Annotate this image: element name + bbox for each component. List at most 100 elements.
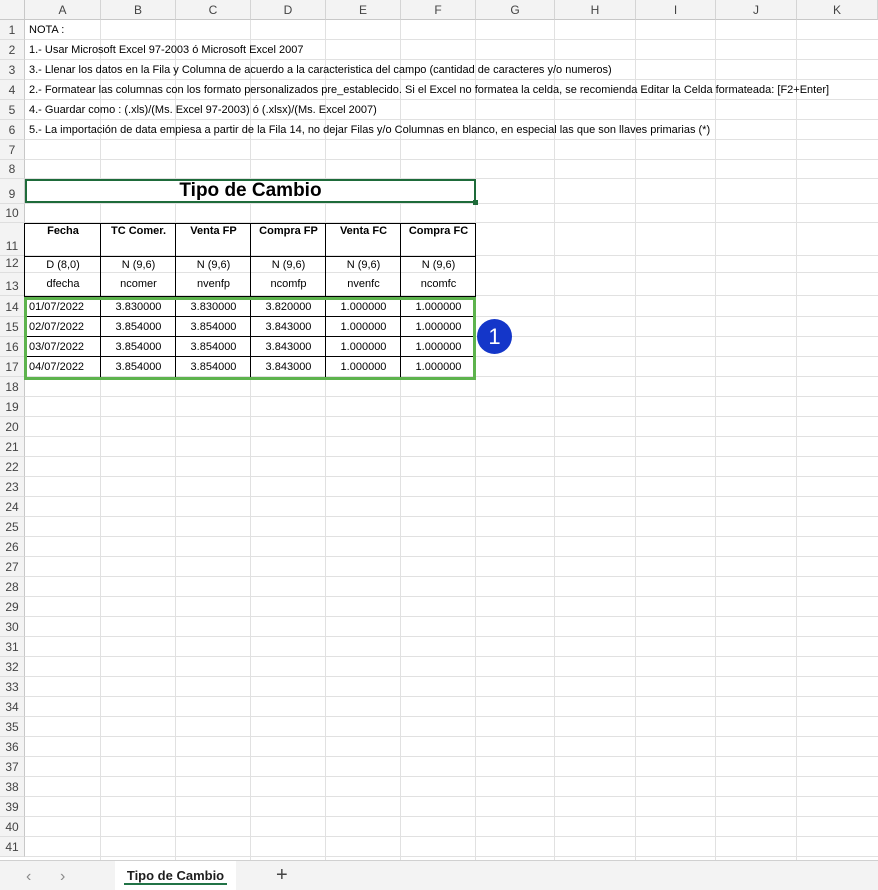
row-header[interactable]: 33 (0, 677, 25, 697)
column-header-i[interactable]: I (636, 0, 716, 20)
row-header[interactable]: 20 (0, 417, 25, 437)
column-gridline (400, 20, 401, 860)
row-header[interactable]: 19 (0, 397, 25, 417)
column-title[interactable]: TC Comer. (101, 224, 176, 238)
row-gridline (25, 736, 878, 737)
row-header[interactable]: 32 (0, 657, 25, 677)
column-title[interactable]: Fecha (25, 224, 101, 238)
row-gridline (25, 39, 878, 40)
row-header[interactable]: 26 (0, 537, 25, 557)
field-name[interactable]: ncomfc (401, 275, 476, 293)
row-header[interactable]: 9 (0, 179, 25, 204)
field-name[interactable]: ncomfp (251, 275, 326, 293)
row-gridline (25, 656, 878, 657)
row-header[interactable]: 14 (0, 296, 25, 317)
note-line[interactable]: 2.- Formatear las columnas con los forma… (29, 84, 829, 96)
row-header[interactable]: 5 (0, 100, 25, 120)
spreadsheet-grid[interactable]: ABCDEFGHIJK 1 2 3 4 5 6 7 8 9 10 11 12 13 14 15 16 17 18 1… (0, 0, 878, 860)
note-line[interactable]: 1.- Usar Microsoft Excel 97-2003 ó Micro… (29, 44, 304, 56)
select-all-corner[interactable] (0, 0, 25, 20)
column-gridline (715, 20, 716, 860)
row-header[interactable]: 4 (0, 80, 25, 100)
row-header[interactable]: 22 (0, 457, 25, 477)
row-header[interactable]: 11 (0, 223, 25, 256)
row-header[interactable]: 40 (0, 817, 25, 837)
column-header-d[interactable]: D (251, 0, 326, 20)
column-title[interactable]: Venta FP (176, 224, 251, 238)
column-title[interactable]: Compra FP (251, 224, 326, 238)
note-line[interactable]: 3.- Llenar los datos en la Fila y Column… (29, 64, 612, 76)
row-header[interactable]: 28 (0, 577, 25, 597)
row-header[interactable]: 35 (0, 717, 25, 737)
column-gridline (100, 20, 101, 860)
column-gridline (796, 20, 797, 860)
field-name[interactable]: nvenfc (326, 275, 401, 293)
row-header[interactable]: 17 (0, 357, 25, 377)
field-name[interactable]: nvenfp (176, 275, 251, 293)
row-header[interactable]: 8 (0, 160, 25, 179)
row-gridline (25, 79, 878, 80)
row-header[interactable]: 39 (0, 797, 25, 817)
row-header[interactable]: 27 (0, 557, 25, 577)
row-header[interactable]: 36 (0, 737, 25, 757)
row-header[interactable]: 3 (0, 60, 25, 80)
column-header-c[interactable]: C (176, 0, 251, 20)
tab-tipo-de-cambio[interactable]: Tipo de Cambio (115, 861, 236, 890)
next-sheet-icon[interactable]: › (60, 868, 65, 886)
add-sheet-button[interactable]: + (276, 864, 288, 887)
row-header[interactable]: 24 (0, 497, 25, 517)
row-header[interactable]: 29 (0, 597, 25, 617)
row-header[interactable]: 6 (0, 120, 25, 140)
row-header[interactable]: 1 (0, 20, 25, 40)
row-header[interactable]: 37 (0, 757, 25, 777)
field-format[interactable]: N (9,6) (326, 256, 401, 273)
row-header[interactable]: 23 (0, 477, 25, 497)
field-name[interactable]: dfecha (25, 275, 101, 293)
row-header[interactable]: 18 (0, 377, 25, 397)
fill-handle[interactable] (473, 200, 478, 205)
column-header-g[interactable]: G (476, 0, 555, 20)
field-format[interactable]: N (9,6) (176, 256, 251, 273)
field-format[interactable]: N (9,6) (401, 256, 476, 273)
note-line[interactable]: NOTA : (29, 24, 64, 36)
column-header-j[interactable]: J (716, 0, 797, 20)
row-header[interactable]: 16 (0, 337, 25, 357)
field-name[interactable]: ncomer (101, 275, 176, 293)
row-header[interactable]: 31 (0, 637, 25, 657)
active-tab-underline (124, 883, 227, 885)
row-header[interactable]: 12 (0, 256, 25, 273)
row-gridline (25, 776, 878, 777)
row-header[interactable]: 38 (0, 777, 25, 797)
row-header[interactable]: 21 (0, 437, 25, 457)
table-border (475, 223, 476, 297)
data-highlight-box (24, 297, 476, 380)
column-header-e[interactable]: E (326, 0, 401, 20)
note-line[interactable]: 4.- Guardar como : (.xls)/(Ms. Excel 97-… (29, 104, 377, 116)
table-title-cell[interactable]: Tipo de Cambio (25, 179, 476, 203)
column-header-a[interactable]: A (25, 0, 101, 20)
row-gridline (25, 476, 878, 477)
column-title[interactable]: Compra FC (401, 224, 476, 238)
row-header[interactable]: 25 (0, 517, 25, 537)
column-header-f[interactable]: F (401, 0, 476, 20)
prev-sheet-icon[interactable]: ‹ (26, 868, 31, 886)
row-header[interactable]: 34 (0, 697, 25, 717)
field-format[interactable]: N (9,6) (251, 256, 326, 273)
column-header-h[interactable]: H (555, 0, 636, 20)
field-format[interactable]: N (9,6) (101, 256, 176, 273)
column-title[interactable]: Venta FC (326, 224, 401, 238)
column-gridline (635, 20, 636, 860)
row-gridline (25, 456, 878, 457)
row-header[interactable]: 10 (0, 204, 25, 223)
row-header[interactable]: 30 (0, 617, 25, 637)
field-format[interactable]: D (8,0) (25, 256, 101, 273)
row-header[interactable]: 2 (0, 40, 25, 60)
column-header-k[interactable]: K (797, 0, 878, 20)
row-gridline (25, 756, 878, 757)
column-header-b[interactable]: B (101, 0, 176, 20)
row-header[interactable]: 13 (0, 273, 25, 296)
row-header[interactable]: 15 (0, 317, 25, 337)
note-line[interactable]: 5.- La importación de data empiesa a par… (29, 124, 710, 136)
row-header[interactable]: 7 (0, 140, 25, 160)
row-header[interactable]: 41 (0, 837, 25, 857)
